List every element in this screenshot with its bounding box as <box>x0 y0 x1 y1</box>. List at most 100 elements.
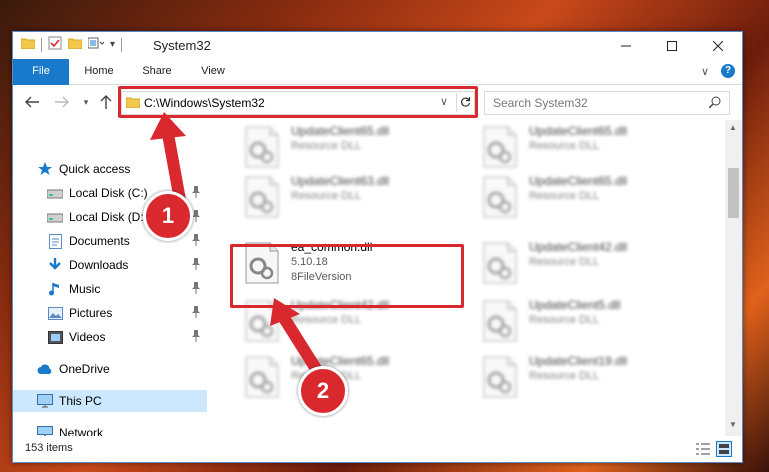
file-type: Resource DLL <box>529 256 600 268</box>
file-name: UpdateClient63.dll <box>291 174 390 188</box>
details-view-icon[interactable] <box>696 443 710 458</box>
step-2-badge: 2 <box>298 366 348 416</box>
pin-icon[interactable] <box>191 234 203 248</box>
close-button[interactable] <box>695 32 741 59</box>
sidebar-item-label: Downloads <box>69 258 129 272</box>
list-item[interactable]: UpdateClient19.dll Resource DLL <box>481 352 701 404</box>
sidebar-item-videos[interactable]: Videos <box>13 326 207 348</box>
pin-icon[interactable] <box>191 330 203 344</box>
item-count: 153 items <box>25 442 73 454</box>
file-name: UpdateClient19.dll <box>529 354 628 368</box>
sidebar-item-pictures[interactable]: Pictures <box>13 302 207 324</box>
file-type: Resource DLL <box>529 190 600 202</box>
scrollbar-thumb[interactable] <box>728 168 739 218</box>
sidebar-item-label: Documents <box>69 234 130 248</box>
folder-icon[interactable] <box>20 37 36 52</box>
list-item[interactable]: UpdateClient65.dll Resource DLL <box>243 122 463 174</box>
pin-icon[interactable] <box>191 282 203 296</box>
search-placeholder: Search System32 <box>493 96 588 110</box>
dll-file-icon <box>245 356 281 398</box>
cloud-icon <box>37 361 53 377</box>
download-icon <box>47 257 63 273</box>
pin-icon[interactable] <box>191 186 203 200</box>
drive-icon <box>47 209 63 225</box>
file-name: UpdateClient65.dll <box>291 124 390 138</box>
expand-ribbon-icon[interactable]: ∨ <box>701 65 709 78</box>
sidebar-item-label: OneDrive <box>59 362 110 376</box>
dll-file-icon <box>245 176 281 218</box>
sidebar-item-this-pc[interactable]: This PC <box>13 390 207 412</box>
file-name: UpdateClient5.dll <box>529 298 621 312</box>
pin-icon[interactable] <box>191 306 203 320</box>
star-icon <box>37 161 53 177</box>
toolbar-divider <box>121 37 123 52</box>
file-name: UpdateClient65.dll <box>529 174 628 188</box>
scroll-up-icon[interactable]: ▲ <box>729 123 737 132</box>
maximize-button[interactable] <box>649 32 695 59</box>
quick-access-toolbar: ▾ <box>20 36 123 53</box>
new-folder-icon[interactable] <box>67 37 83 52</box>
list-item[interactable]: UpdateClient42.dll Resource DLL <box>481 238 701 290</box>
tab-home[interactable]: Home <box>75 59 123 84</box>
dll-file-icon <box>483 356 519 398</box>
drive-icon <box>47 185 63 201</box>
sidebar-item-label: Quick access <box>59 162 131 176</box>
file-type: Resource DLL <box>291 140 362 152</box>
computer-icon <box>37 393 53 409</box>
list-item[interactable]: UpdateClient65.dllResource DLL <box>243 352 463 404</box>
dll-file-icon <box>483 300 519 342</box>
file-type: Resource DLL <box>529 370 600 382</box>
list-item[interactable]: UpdateClient63.dll Resource DLL <box>243 172 463 224</box>
list-item[interactable]: UpdateClient5.dll Resource DLL <box>481 296 701 348</box>
title-bar: ▾ System32 <box>13 32 742 59</box>
forward-button[interactable] <box>53 93 71 111</box>
tiles-view-icon[interactable] <box>716 441 732 457</box>
window-title: System32 <box>153 38 211 53</box>
pin-icon[interactable] <box>191 258 203 272</box>
search-input[interactable]: Search System32 <box>484 91 730 115</box>
sidebar-item-onedrive[interactable]: OneDrive <box>13 358 207 380</box>
dll-file-icon <box>483 126 519 168</box>
dll-file-icon <box>483 242 519 284</box>
sidebar-item-downloads[interactable]: Downloads <box>13 254 207 276</box>
back-button[interactable] <box>23 93 41 111</box>
videos-icon <box>47 329 63 345</box>
dll-file-icon <box>483 176 519 218</box>
file-type: Resource DLL <box>291 314 362 326</box>
list-item[interactable]: UpdateClient65.dll Resource DLL <box>481 172 701 224</box>
tab-share[interactable]: Share <box>133 59 181 84</box>
file-name: UpdateClient65.dll <box>529 124 628 138</box>
scroll-down-icon[interactable]: ▼ <box>729 420 737 429</box>
navigation-pane: Quick access Local Disk (C:) Local Disk (D… <box>13 120 209 440</box>
vertical-scrollbar[interactable]: ▲ ▼ <box>725 120 742 436</box>
sidebar-item-music[interactable]: Music <box>13 278 207 300</box>
minimize-button[interactable] <box>603 32 649 59</box>
up-button[interactable] <box>97 93 115 111</box>
file-highlight-box <box>230 244 464 308</box>
sidebar-item-label: Videos <box>69 330 106 344</box>
music-icon <box>47 281 63 297</box>
toolbar-divider <box>41 37 42 52</box>
file-name: UpdateClient42.dll <box>529 240 628 254</box>
file-type: Resource DLL <box>291 190 362 202</box>
ribbon-tabs: File Home Share View ∨ ? <box>13 59 742 111</box>
search-icon <box>708 96 721 111</box>
sidebar-item-quick-access[interactable]: Quick access <box>13 158 207 180</box>
file-name: UpdateClient65.dll <box>291 354 390 368</box>
address-highlight-box <box>118 86 478 118</box>
list-item[interactable]: UpdateClient65.dll Resource DLL <box>481 122 701 174</box>
sidebar-item-label: Music <box>69 282 101 296</box>
sidebar-item-label: This PC <box>59 394 102 408</box>
tab-view[interactable]: View <box>189 59 237 84</box>
status-bar: 153 items <box>13 436 742 462</box>
file-type: Resource DLL <box>529 140 600 152</box>
recent-locations-icon[interactable]: ▾ <box>77 93 95 111</box>
properties-icon[interactable] <box>48 36 62 53</box>
pictures-icon <box>47 305 63 321</box>
help-icon[interactable]: ? <box>721 64 735 78</box>
sidebar-item-label: Pictures <box>69 306 113 320</box>
file-type: Resource DLL <box>529 314 600 326</box>
sidebar-item-label: Local Disk (C:) <box>69 186 148 200</box>
customize-toolbar-icon[interactable]: ▾ <box>110 39 115 50</box>
view-options-icon[interactable] <box>87 37 105 52</box>
